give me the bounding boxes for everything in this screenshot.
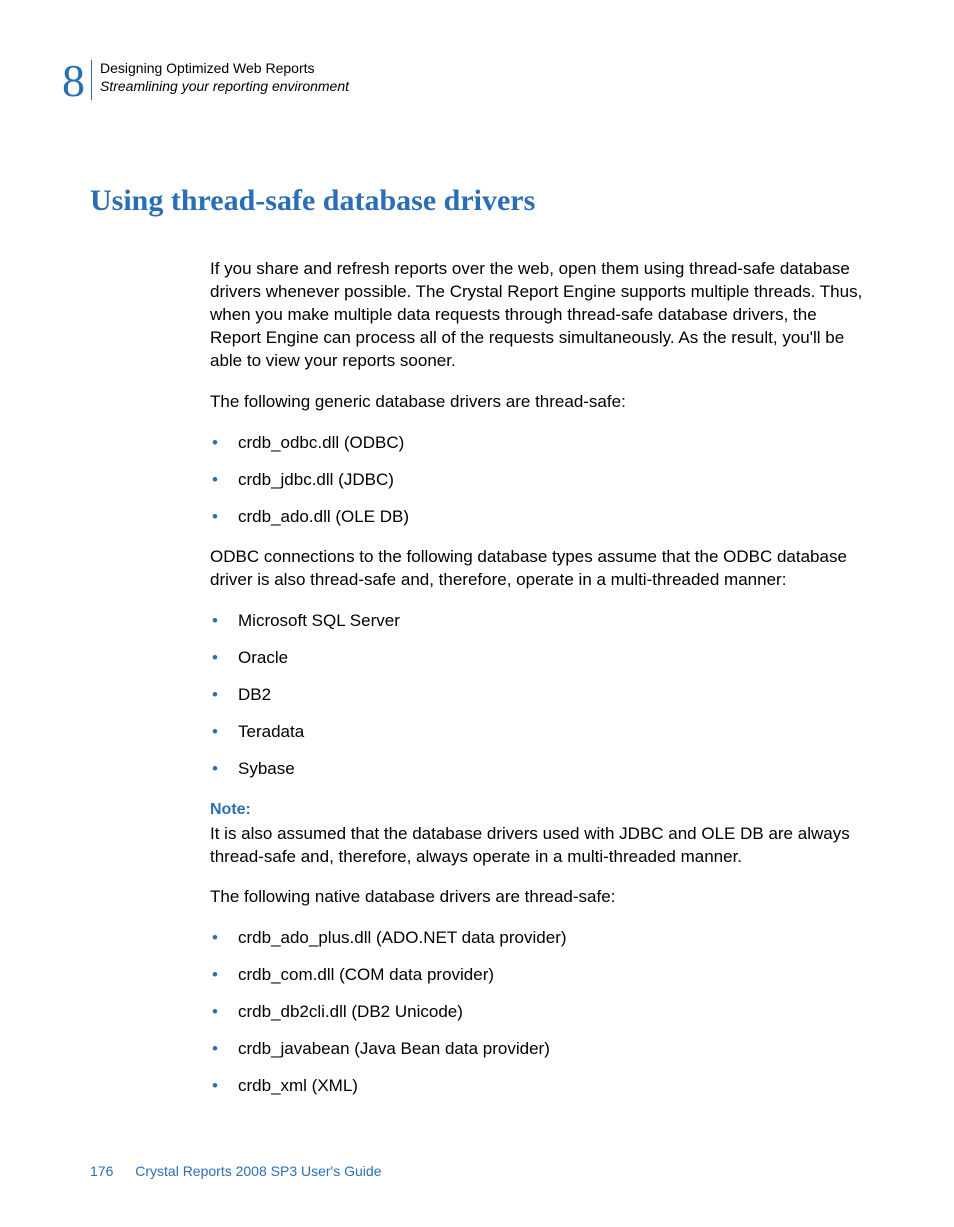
paragraph: If you share and refresh reports over th… [210,258,864,373]
list-item: Teradata [210,721,864,744]
list-item: Sybase [210,758,864,781]
list-item: crdb_com.dll (COM data provider) [210,964,864,987]
list-item: Oracle [210,647,864,670]
bullet-list: crdb_ado_plus.dll (ADO.NET data provider… [210,927,864,1098]
doc-title: Crystal Reports 2008 SP3 User's Guide [135,1163,381,1179]
list-item: crdb_odbc.dll (ODBC) [210,432,864,455]
list-item: Microsoft SQL Server [210,610,864,633]
page-number: 176 [90,1163,113,1179]
paragraph: ODBC connections to the following databa… [210,546,864,592]
bullet-list: Microsoft SQL Server Oracle DB2 Teradata… [210,610,864,781]
page-header: 8 Designing Optimized Web Reports Stream… [62,58,864,104]
section-heading: Using thread-safe database drivers [90,184,864,218]
page-footer: 176 Crystal Reports 2008 SP3 User's Guid… [90,1163,381,1179]
list-item: DB2 [210,684,864,707]
header-text-block: Designing Optimized Web Reports Streamli… [100,58,349,95]
list-item: crdb_db2cli.dll (DB2 Unicode) [210,1001,864,1024]
bullet-list: crdb_odbc.dll (ODBC) crdb_jdbc.dll (JDBC… [210,432,864,529]
chapter-subtitle: Streamlining your reporting environment [100,77,349,95]
header-divider [91,60,92,100]
chapter-title: Designing Optimized Web Reports [100,59,349,77]
body-content: If you share and refresh reports over th… [210,258,864,1098]
list-item: crdb_ado.dll (OLE DB) [210,506,864,529]
note-label: Note: [210,799,864,821]
paragraph: The following native database drivers ar… [210,886,864,909]
chapter-number: 8 [62,58,85,104]
note-text: It is also assumed that the database dri… [210,823,864,869]
list-item: crdb_ado_plus.dll (ADO.NET data provider… [210,927,864,950]
list-item: crdb_javabean (Java Bean data provider) [210,1038,864,1061]
list-item: crdb_jdbc.dll (JDBC) [210,469,864,492]
list-item: crdb_xml (XML) [210,1075,864,1098]
paragraph: The following generic database drivers a… [210,391,864,414]
